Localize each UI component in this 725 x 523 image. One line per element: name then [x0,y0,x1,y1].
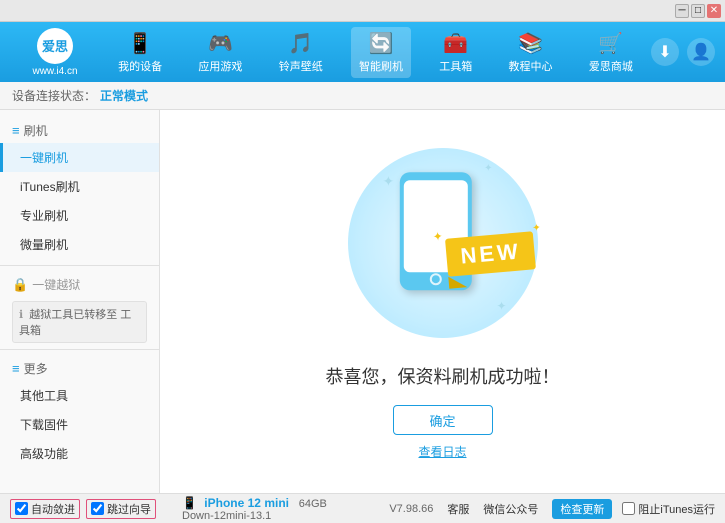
nav-ringtones[interactable]: 🎵 铃声壁纸 [271,27,331,78]
goto-log-link[interactable]: 查看日志 [418,443,466,460]
more-section-label: 更多 [24,360,48,377]
notice-icon: ℹ [19,309,23,321]
wechat-official-link[interactable]: 微信公众号 [483,501,538,517]
main-area: ≡ 刷机 一键刷机 iTunes刷机 专业刷机 微量刷机 🔒 一键越狱 ℹ 越狱… [0,110,725,493]
more-icon: ≡ [12,361,20,376]
micro-flash-label: 微量刷机 [20,238,68,252]
nav-my-device[interactable]: 📱 我的设备 [110,27,170,78]
status-bar: 设备连接状态： 正常模式 [0,82,725,110]
itunes-flash-label: iTunes刷机 [20,180,80,194]
new-badge: NEW ✦ ✦ [444,231,536,289]
close-button[interactable]: ✕ [707,4,721,18]
logo-icon: 爱思 [37,28,73,64]
sidebar-divider-2 [0,349,159,350]
itunes-status: 阻止iTunes运行 [622,501,715,517]
nav-toolbox[interactable]: 🧰 工具箱 [431,27,480,78]
jailbreak-section-header: 🔒 一键越狱 [0,272,159,297]
status-value: 正常模式 [100,87,148,104]
nav-apps-label: 应用游戏 [198,58,242,74]
check-update-button[interactable]: 检查更新 [552,499,612,519]
device-storage [292,498,295,510]
confirm-button[interactable]: 确定 [393,405,493,435]
advanced-label: 高级功能 [20,447,68,461]
apps-icon: 🎮 [208,31,233,56]
download-button[interactable]: ⬇ [651,38,679,66]
user-button[interactable]: 👤 [687,38,715,66]
title-bar: ─ □ ✕ [0,0,725,22]
nav-shop[interactable]: 🛒 爱思商城 [581,27,641,78]
shop-icon: 🛒 [598,31,623,56]
nav-smart-flash[interactable]: 🔄 智能刷机 [351,27,411,78]
sidebar-item-itunes-flash[interactable]: iTunes刷机 [0,172,159,201]
logo-url: www.i4.cn [32,66,77,77]
auto-advance-input[interactable] [15,502,28,515]
jailbreak-notice-text: 越狱工具已转移至 工具箱 [19,309,131,337]
content-area: NEW ✦ ✦ ✦ ✦ ✦ 恭喜您，保资料刷机成功啦！ 确定 查看日志 [160,110,725,493]
device-name: iPhone 12 mini [204,496,289,510]
nav-apps-games[interactable]: 🎮 应用游戏 [190,27,250,78]
bottom-left: 自动敛进 跳过向导 [10,499,170,519]
skip-guide-input[interactable] [91,502,104,515]
phone-illustration: NEW ✦ ✦ ✦ ✦ ✦ [343,143,543,343]
sidebar-divider-1 [0,265,159,266]
nav-my-device-label: 我的设备 [118,58,162,74]
smart-icon: 🔄 [369,31,394,56]
other-tools-label: 其他工具 [20,389,68,403]
nav-bar: 📱 我的设备 🎮 应用游戏 🎵 铃声壁纸 🔄 智能刷机 🧰 工具箱 📚 教程中心… [100,27,651,78]
pro-flash-label: 专业刷机 [20,209,68,223]
jailbreak-section-label: 一键越狱 [32,276,80,293]
device-storage-detail: 64GB [299,498,327,510]
success-message: 恭喜您，保资料刷机成功啦！ [326,363,560,389]
ringtone-icon: 🎵 [288,31,313,56]
more-section-header: ≡ 更多 [0,356,159,381]
skip-guide-label: 跳过向导 [107,501,151,517]
nav-ringtones-label: 铃声壁纸 [279,58,323,74]
sidebar-item-advanced[interactable]: 高级功能 [0,439,159,468]
flash-section-header: ≡ 刷机 [0,118,159,143]
nav-shop-label: 爱思商城 [589,58,633,74]
sidebar-item-download-fw[interactable]: 下载固件 [0,410,159,439]
sidebar-item-micro-flash[interactable]: 微量刷机 [0,230,159,259]
itunes-status-label: 阻止iTunes运行 [638,501,715,517]
status-label: 设备连接状态： [12,87,96,104]
toolbox-icon: 🧰 [443,31,468,56]
bottom-bar: 自动敛进 跳过向导 📱 iPhone 12 mini 64GB Down-12m… [0,493,725,523]
itunes-checkbox[interactable] [622,502,635,515]
logo-area: 爱思 www.i4.cn [10,28,100,77]
nav-smart-label: 智能刷机 [359,58,403,74]
sidebar: ≡ 刷机 一键刷机 iTunes刷机 专业刷机 微量刷机 🔒 一键越狱 ℹ 越狱… [0,110,160,493]
sidebar-item-other-tools[interactable]: 其他工具 [0,381,159,410]
sidebar-item-one-click[interactable]: 一键刷机 [0,143,159,172]
one-click-label: 一键刷机 [20,151,68,165]
header: 爱思 www.i4.cn 📱 我的设备 🎮 应用游戏 🎵 铃声壁纸 🔄 智能刷机… [0,22,725,82]
sparkle-1: ✦ [383,173,395,190]
device-info: 📱 iPhone 12 mini 64GB Down-12mini-13.1 [170,496,389,522]
phone-icon: 📱 [128,31,153,56]
download-fw-label: 下载固件 [20,418,68,432]
nav-toolbox-label: 工具箱 [439,58,472,74]
phone-small-icon: 📱 [182,496,197,510]
device-model: Down-12mini-13.1 [182,510,389,522]
maximize-button[interactable]: □ [691,4,705,18]
sparkle-3: ✦ [496,299,506,313]
customer-service-link[interactable]: 客服 [447,501,469,517]
header-right: ⬇ 👤 [651,38,715,66]
minimize-button[interactable]: ─ [675,4,689,18]
auto-advance-label: 自动敛进 [31,501,75,517]
bottom-right: V7.98.66 客服 微信公众号 检查更新 [389,499,612,519]
auto-advance-checkbox[interactable]: 自动敛进 [10,499,80,519]
flash-section-icon: ≡ [12,123,20,138]
jailbreak-notice: ℹ 越狱工具已转移至 工具箱 [12,301,147,343]
nav-tutorials-label: 教程中心 [509,58,553,74]
tutorials-icon: 📚 [518,31,543,56]
lock-icon: 🔒 [12,277,28,293]
flash-section-label: 刷机 [24,122,48,139]
version-label: V7.98.66 [389,503,433,515]
sparkle-2: ✦ [484,163,492,174]
nav-tutorials[interactable]: 📚 教程中心 [501,27,561,78]
sidebar-item-pro-flash[interactable]: 专业刷机 [0,201,159,230]
skip-guide-checkbox[interactable]: 跳过向导 [86,499,156,519]
